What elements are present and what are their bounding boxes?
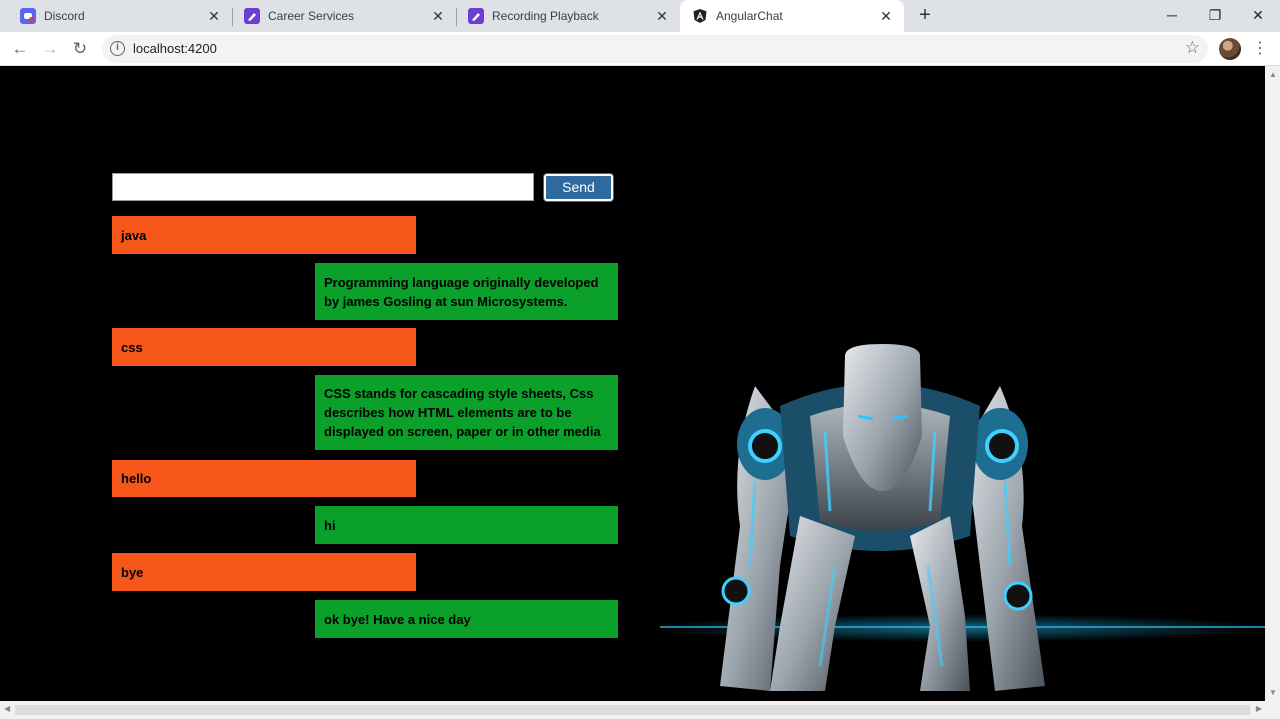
url-text[interactable]: localhost:4200 <box>133 41 217 56</box>
back-button[interactable]: ← <box>9 38 31 60</box>
close-tab-icon[interactable]: ✕ <box>878 8 894 24</box>
app-icon <box>468 8 484 24</box>
page-viewport: Send java Programming language originall… <box>0 66 1265 701</box>
minimize-button[interactable]: ─ <box>1160 4 1184 26</box>
tab-recording-playback[interactable]: Recording Playback ✕ <box>448 0 680 32</box>
scroll-right-icon[interactable]: ▶ <box>1256 704 1262 713</box>
user-message: java <box>112 216 416 254</box>
profile-avatar[interactable] <box>1219 38 1241 60</box>
site-info-icon[interactable]: i <box>110 41 125 56</box>
tab-discord[interactable]: Discord ✕ <box>0 0 232 32</box>
tab-title: Discord <box>44 9 85 23</box>
new-tab-button[interactable]: + <box>914 4 936 26</box>
tab-angularchat[interactable]: AngularChat ✕ <box>680 0 904 32</box>
horizontal-scrollbar[interactable]: ◀ ▶ <box>0 701 1280 719</box>
restore-button[interactable]: ❐ <box>1203 4 1227 26</box>
reload-button[interactable]: ↻ <box>69 38 91 60</box>
tab-title: AngularChat <box>716 9 783 23</box>
vertical-scrollbar[interactable]: ▲ ▼ <box>1265 66 1280 701</box>
bot-message: CSS stands for cascading style sheets, C… <box>315 375 618 450</box>
bookmark-star-icon[interactable]: ☆ <box>1185 38 1200 58</box>
discord-icon <box>20 8 36 24</box>
app-icon <box>244 8 260 24</box>
bot-message: ok bye! Have a nice day <box>315 600 618 638</box>
chat-input[interactable] <box>112 173 534 201</box>
user-message: hello <box>112 460 416 497</box>
tab-title: Career Services <box>268 9 355 23</box>
bot-message: hi <box>315 506 618 544</box>
robot-illustration <box>660 344 1265 691</box>
tab-title: Recording Playback <box>492 9 599 23</box>
angular-icon <box>692 8 708 24</box>
user-message: bye <box>112 553 416 591</box>
scroll-down-icon[interactable]: ▼ <box>1269 688 1277 697</box>
bot-message: Programming language originally develope… <box>315 263 618 320</box>
browser-toolbar: ← → ↻ i localhost:4200 ☆ <box>0 32 1280 66</box>
scroll-up-icon[interactable]: ▲ <box>1269 70 1277 79</box>
close-tab-icon[interactable]: ✕ <box>206 8 222 24</box>
user-message: css <box>112 328 416 366</box>
scrollbar-thumb[interactable] <box>15 705 1250 715</box>
close-tab-icon[interactable]: ✕ <box>654 8 670 24</box>
forward-button[interactable]: → <box>39 38 61 60</box>
tab-strip: Discord ✕ Career Services ✕ Recording Pl… <box>0 0 1280 32</box>
address-bar[interactable]: i localhost:4200 ☆ <box>102 35 1208 63</box>
scroll-left-icon[interactable]: ◀ <box>4 704 10 713</box>
browser-menu-icon[interactable]: ⋮ <box>1252 38 1268 60</box>
tab-career-services[interactable]: Career Services ✕ <box>224 0 456 32</box>
close-tab-icon[interactable]: ✕ <box>430 8 446 24</box>
send-button[interactable]: Send <box>544 174 613 201</box>
close-window-button[interactable]: ✕ <box>1246 4 1270 26</box>
